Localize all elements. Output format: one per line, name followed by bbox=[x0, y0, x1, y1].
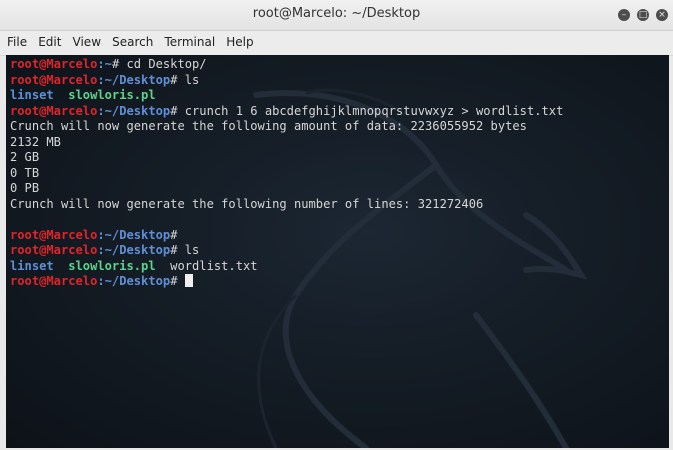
terminal-line: root@Marcelo:~# cd Desktop/ bbox=[10, 57, 563, 73]
menu-bar: File Edit View Search Terminal Help bbox=[0, 31, 673, 56]
terminal-text: 0 PB bbox=[10, 181, 40, 195]
terminal-text: wordlist.txt bbox=[155, 258, 258, 273]
terminal-line: Crunch will now generate the following a… bbox=[10, 119, 563, 135]
title-bar[interactable]: root@Marcelo: ~/Desktop – □ × bbox=[0, 0, 673, 31]
terminal-window: root@Marcelo: ~/Desktop – □ × File Edit … bbox=[0, 0, 673, 450]
prompt-path: linset bbox=[10, 88, 69, 102]
terminal-text: # cd Desktop/ bbox=[111, 57, 207, 71]
prompt-user: root@Marcelo bbox=[10, 243, 98, 257]
terminal-text: # ls bbox=[170, 72, 200, 87]
terminal-line: linset slowloris.pl wordlist.txt bbox=[10, 259, 563, 275]
terminal-text: 0 TB bbox=[10, 165, 40, 180]
terminal-line: root@Marcelo:~/Desktop# bbox=[10, 274, 563, 290]
prompt-path: :~/Desktop bbox=[97, 274, 171, 288]
maximize-button[interactable]: □ bbox=[637, 9, 649, 21]
terminal-line: Crunch will now generate the following n… bbox=[10, 197, 563, 213]
terminal-line: root@Marcelo:~/Desktop# crunch 1 6 abcde… bbox=[10, 104, 563, 120]
menu-terminal[interactable]: Terminal bbox=[161, 31, 218, 49]
terminal-area[interactable]: root@Marcelo:~# cd Desktop/root@Marcelo:… bbox=[6, 55, 669, 448]
file-name: slowloris.pl bbox=[68, 258, 156, 273]
terminal-text: 2132 MB bbox=[10, 134, 61, 149]
terminal-text: 2 GB bbox=[10, 150, 40, 164]
prompt-user: root@Marcelo bbox=[10, 274, 98, 288]
menu-help[interactable]: Help bbox=[223, 31, 256, 49]
menu-view[interactable]: View bbox=[70, 31, 104, 49]
close-button[interactable]: × bbox=[656, 9, 668, 21]
terminal-text: # crunch 1 6 abcdefghijklmnopqrstuvwxyz … bbox=[170, 103, 564, 118]
terminal-output: root@Marcelo:~# cd Desktop/root@Marcelo:… bbox=[10, 57, 563, 290]
terminal-line: root@Marcelo:~/Desktop# ls bbox=[10, 73, 563, 89]
maximize-icon: □ bbox=[638, 10, 648, 20]
terminal-text: # bbox=[170, 274, 185, 288]
menu-search[interactable]: Search bbox=[109, 31, 156, 49]
close-icon: × bbox=[658, 10, 666, 20]
terminal-line: 0 TB bbox=[10, 166, 563, 182]
file-name: slowloris.pl bbox=[68, 88, 156, 102]
prompt-user: root@Marcelo bbox=[10, 103, 98, 118]
prompt-path: :~ bbox=[97, 57, 112, 71]
terminal-line: linset slowloris.pl bbox=[10, 88, 563, 104]
prompt-path: linset bbox=[10, 258, 69, 273]
prompt-user: root@Marcelo bbox=[10, 227, 98, 242]
minimize-icon: – bbox=[621, 10, 627, 20]
terminal-text: # ls bbox=[170, 243, 200, 257]
prompt-path: :~/Desktop bbox=[97, 103, 171, 118]
terminal-text: Crunch will now generate the following n… bbox=[10, 196, 484, 211]
terminal-text: Crunch will now generate the following a… bbox=[10, 119, 527, 133]
terminal-text: # bbox=[170, 227, 178, 242]
terminal-line: root@Marcelo:~/Desktop# ls bbox=[10, 243, 563, 259]
terminal-cursor bbox=[184, 274, 193, 287]
terminal-line: 2 GB bbox=[10, 150, 563, 166]
terminal-line: root@Marcelo:~/Desktop# bbox=[10, 228, 563, 244]
window-title: root@Marcelo: ~/Desktop bbox=[252, 6, 421, 21]
prompt-path: :~/Desktop bbox=[97, 243, 171, 257]
prompt-path: :~/Desktop bbox=[97, 227, 171, 242]
prompt-user: root@Marcelo bbox=[10, 57, 98, 71]
menu-file[interactable]: File bbox=[4, 31, 30, 49]
minimize-button[interactable]: – bbox=[618, 9, 630, 21]
prompt-user: root@Marcelo bbox=[10, 72, 98, 87]
terminal-line: 2132 MB bbox=[10, 135, 563, 151]
prompt-path: :~/Desktop bbox=[97, 72, 171, 87]
menu-edit[interactable]: Edit bbox=[35, 31, 64, 49]
terminal-line: 0 PB bbox=[10, 181, 563, 197]
